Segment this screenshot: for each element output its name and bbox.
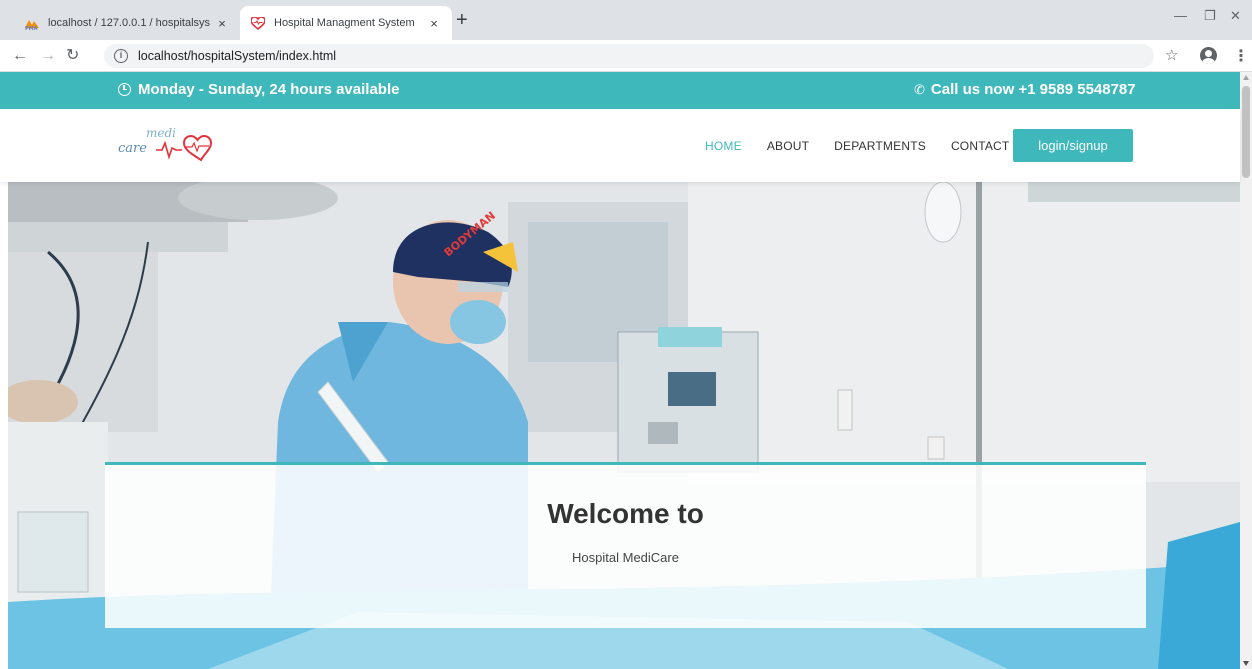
nav-departments[interactable]: DEPARTMENTS	[834, 139, 926, 153]
scrollbar-thumb[interactable]	[1242, 86, 1250, 178]
tab-title: Hospital Managment System	[274, 17, 415, 29]
address-url: localhost/hospitalSystem/index.html	[138, 49, 337, 63]
new-tab-button[interactable]: +	[456, 10, 468, 30]
bookmark-star-icon[interactable]: ☆	[1165, 46, 1178, 64]
close-tab-icon[interactable]: ×	[214, 16, 230, 31]
welcome-card: Welcome to Hospital MediCare	[105, 462, 1146, 628]
address-bar[interactable]: i localhost/hospitalSystem/index.html	[104, 44, 1154, 68]
reload-icon[interactable]: ↻	[66, 46, 79, 66]
restore-icon[interactable]: ❐	[1204, 8, 1216, 24]
browser-tab-phpmyadmin[interactable]: PMA localhost / 127.0.0.1 / hospitalsys …	[14, 6, 240, 40]
site-navbar: medi care HOME ABOUT DEPARTMENTS CONTACT…	[0, 109, 1240, 182]
scroll-down-icon[interactable]	[1243, 661, 1249, 666]
main-nav: HOME ABOUT DEPARTMENTS CONTACT	[705, 139, 1034, 153]
back-arrow-icon[interactable]: ←	[12, 46, 28, 66]
medicare-logo[interactable]: medi care	[118, 123, 222, 163]
forward-arrow-icon[interactable]: →	[40, 46, 56, 66]
phone-text: Call us now +1 9589 5548787	[930, 81, 1136, 98]
phone-icon: ✆	[914, 81, 925, 97]
phone-info: ✆ Call us now +1 9589 5548787	[914, 81, 1136, 98]
profile-avatar-icon[interactable]	[1200, 47, 1217, 64]
page-scrollbar[interactable]	[1240, 72, 1252, 669]
welcome-subtitle: Hospital MediCare	[572, 550, 679, 565]
window-close-icon[interactable]: ✕	[1230, 8, 1241, 24]
nav-home[interactable]: HOME	[705, 139, 742, 153]
clock-icon	[118, 83, 131, 96]
nav-about[interactable]: ABOUT	[767, 139, 809, 153]
scroll-up-icon[interactable]	[1243, 75, 1249, 80]
svg-text:medi: medi	[146, 126, 176, 140]
info-top-bar: Monday - Sunday, 24 hours available ✆ Ca…	[0, 72, 1240, 109]
svg-text:care: care	[118, 141, 147, 156]
browser-tab-hospital[interactable]: Hospital Managment System ×	[240, 6, 452, 40]
phpmyadmin-icon: PMA	[24, 15, 40, 31]
svg-text:PMA: PMA	[25, 26, 38, 30]
hours-text: Monday - Sunday, 24 hours available	[138, 81, 400, 98]
minimize-icon[interactable]: —	[1174, 8, 1187, 23]
site-info-icon[interactable]: i	[114, 49, 128, 63]
menu-kebab-icon[interactable]: ⋮	[1233, 46, 1249, 66]
nav-contact[interactable]: CONTACT	[951, 139, 1010, 153]
welcome-title: Welcome to	[547, 498, 704, 529]
browser-tab-strip: PMA localhost / 127.0.0.1 / hospitalsys …	[0, 0, 1252, 40]
hours-info: Monday - Sunday, 24 hours available	[118, 81, 399, 98]
browser-toolbar: ← → ↻ i localhost/hospitalSystem/index.h…	[0, 40, 1252, 72]
page-viewport: Monday - Sunday, 24 hours available ✆ Ca…	[0, 72, 1252, 669]
heart-icon	[250, 15, 266, 31]
tab-title: localhost / 127.0.0.1 / hospitalsys	[48, 17, 211, 29]
close-tab-icon[interactable]: ×	[426, 16, 442, 31]
login-signup-button[interactable]: login/signup	[1013, 129, 1133, 162]
